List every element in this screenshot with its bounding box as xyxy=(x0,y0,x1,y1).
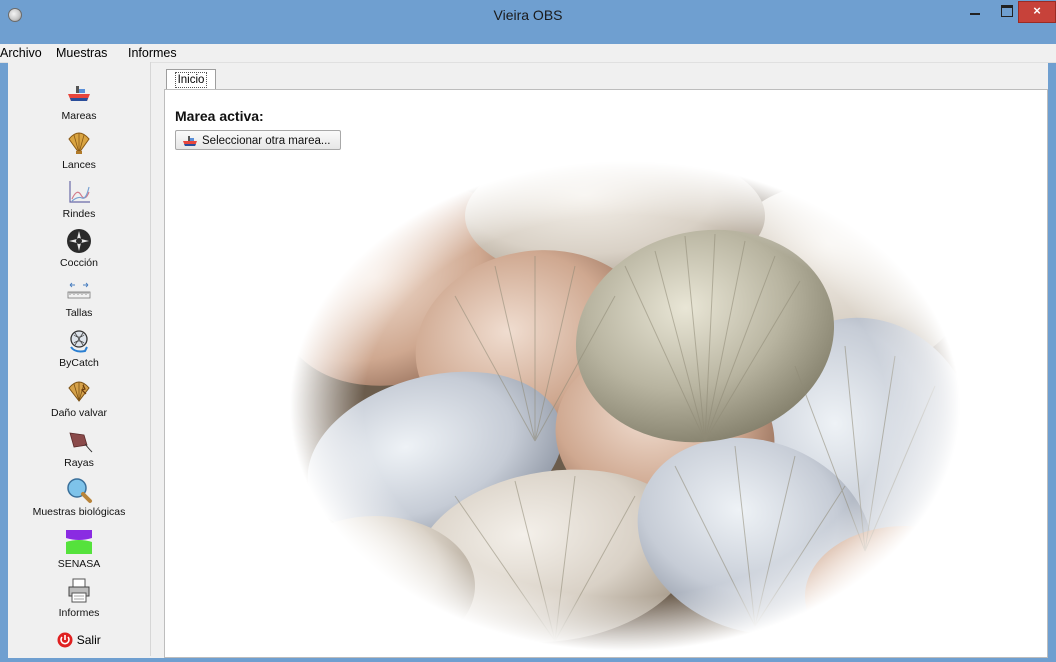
window-frame-bottom xyxy=(0,658,1056,662)
senasa-logo-icon xyxy=(63,527,95,557)
ray-fish-icon xyxy=(65,427,93,455)
title-bar[interactable]: Vieira OBS × xyxy=(0,0,1056,31)
menu-archivo[interactable]: Archivo xyxy=(0,45,42,61)
printer-icon xyxy=(65,577,93,605)
scallop-shell-icon xyxy=(65,129,93,157)
sidebar-item-tallas[interactable]: Tallas xyxy=(8,277,150,320)
sidebar-item-label: Lances xyxy=(62,159,96,171)
sidebar: Mareas Lances Rindes Cocción Tallas ByCa… xyxy=(8,62,151,656)
window-frame-top xyxy=(0,30,1056,44)
maximize-button[interactable] xyxy=(994,1,1020,21)
aperture-icon xyxy=(65,227,93,255)
boat-icon xyxy=(182,134,198,148)
sidebar-item-label: SENASA xyxy=(57,558,101,570)
tab-label: Inicio xyxy=(174,72,208,88)
boat-icon xyxy=(65,80,93,108)
line-chart-icon xyxy=(65,178,93,206)
exit-button[interactable]: Salir xyxy=(8,632,150,652)
sidebar-item-informes[interactable]: Informes xyxy=(8,577,150,620)
active-marea-label: Marea activa: xyxy=(175,108,264,124)
magnifier-icon xyxy=(65,476,93,504)
minimize-button[interactable] xyxy=(962,1,988,21)
window-frame-left xyxy=(0,44,8,662)
sidebar-item-rindes[interactable]: Rindes xyxy=(8,178,150,221)
sidebar-item-label: Daño valvar xyxy=(50,407,108,419)
select-marea-button[interactable]: Seleccionar otra marea... xyxy=(175,130,341,150)
sidebar-item-coccion[interactable]: Cocción xyxy=(8,227,150,270)
exit-label: Salir xyxy=(76,633,101,647)
scallop-photo xyxy=(285,156,965,656)
menu-bar: Archivo Muestras Informes xyxy=(0,44,1056,63)
menu-muestras[interactable]: Muestras xyxy=(56,45,107,61)
main-content: Marea activa: Seleccionar otra marea... xyxy=(164,89,1048,658)
sidebar-item-rayas[interactable]: Rayas xyxy=(8,427,150,470)
power-icon xyxy=(57,632,73,648)
damaged-shell-icon xyxy=(65,377,93,405)
sidebar-item-label: Rindes xyxy=(62,208,96,220)
tab-inicio[interactable]: Inicio xyxy=(166,69,216,90)
menu-informes[interactable]: Informes xyxy=(128,45,177,61)
sidebar-item-dano-valvar[interactable]: Daño valvar xyxy=(8,377,150,420)
ruler-icon xyxy=(65,277,93,305)
sidebar-item-label: Rayas xyxy=(64,457,94,469)
sidebar-item-label: Cocción xyxy=(60,257,98,269)
window-title: Vieira OBS xyxy=(493,7,563,23)
bycatch-icon xyxy=(65,327,93,355)
sidebar-item-label: Informes xyxy=(58,607,100,619)
sidebar-item-lances[interactable]: Lances xyxy=(8,129,150,172)
sidebar-item-bycatch[interactable]: ByCatch xyxy=(8,327,150,370)
sidebar-item-label: Mareas xyxy=(61,110,97,122)
sidebar-item-mareas[interactable]: Mareas xyxy=(8,80,150,123)
sidebar-item-senasa[interactable]: SENASA xyxy=(8,527,150,571)
sidebar-item-label: Tallas xyxy=(65,307,93,319)
sidebar-item-label: Muestras biológicas xyxy=(32,506,126,518)
sidebar-item-label: ByCatch xyxy=(59,357,99,369)
close-icon: × xyxy=(1033,3,1041,18)
sidebar-item-muestras-biologicas[interactable]: Muestras biológicas xyxy=(8,476,150,519)
window-frame-right xyxy=(1048,44,1056,662)
select-marea-label: Seleccionar otra marea... xyxy=(202,135,331,147)
close-button[interactable]: × xyxy=(1018,1,1056,23)
